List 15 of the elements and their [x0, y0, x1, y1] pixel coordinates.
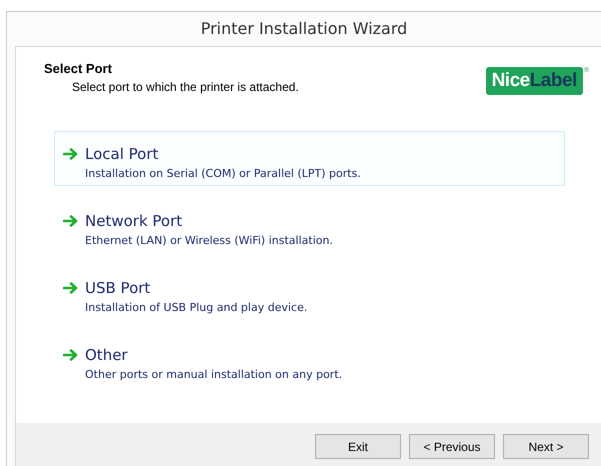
port-option[interactable]: Other Other ports or manual installation on any port.: [54, 332, 565, 387]
window-title: Printer Installation Wizard: [200, 19, 408, 38]
wizard-button[interactable]: Next >: [503, 434, 589, 459]
arrow-icon: [63, 147, 79, 161]
page-subtitle: Select port to which the printer is attached.: [72, 80, 299, 94]
wizard-button[interactable]: Exit: [315, 434, 401, 459]
wizard-button[interactable]: < Previous: [409, 434, 495, 459]
arrow-icon: [63, 214, 79, 228]
arrow-icon: [63, 348, 79, 362]
port-option[interactable]: Local Port Installation on Serial (COM) or Parallel (LPT) ports.: [54, 131, 565, 186]
brand-logo: NiceLabel: [486, 67, 583, 95]
port-option[interactable]: Network Port Ethernet (LAN) or Wireless (WiFi) installation.: [54, 198, 565, 253]
port-option[interactable]: USB Port Installation of USB Plug and play device.: [54, 265, 565, 320]
arrow-icon: [63, 281, 79, 295]
page-heading: Select Port: [44, 61, 113, 76]
